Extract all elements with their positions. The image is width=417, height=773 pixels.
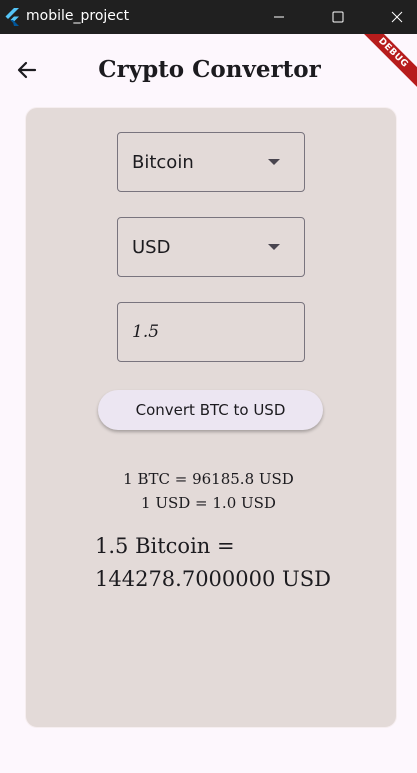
flutter-logo-icon: [5, 8, 19, 26]
window-titlebar: mobile_project: [0, 0, 417, 34]
minimize-button[interactable]: [256, 0, 302, 34]
minimize-icon: [274, 16, 284, 18]
conversion-result: 1.5 Bitcoin = 144278.7000000 USD: [95, 534, 331, 591]
close-button[interactable]: [374, 0, 417, 34]
dropdown-arrow-icon: [268, 159, 280, 165]
amount-input[interactable]: [119, 304, 303, 360]
currency-select[interactable]: USD: [117, 217, 305, 277]
currency-rate-text: 1 USD = 1.0 USD: [141, 494, 276, 512]
maximize-button[interactable]: [315, 0, 361, 34]
dropdown-arrow-icon: [268, 244, 280, 250]
maximize-icon: [332, 11, 344, 23]
convert-button[interactable]: Convert BTC to USD: [98, 390, 323, 430]
crypto-select[interactable]: Bitcoin: [117, 132, 305, 192]
crypto-select-value: Bitcoin: [132, 152, 194, 173]
crypto-rate-text: 1 BTC = 96185.8 USD: [123, 470, 294, 488]
close-icon: [391, 11, 403, 23]
page-title: Crypto Convertor: [98, 56, 321, 83]
currency-select-value: USD: [132, 237, 171, 258]
window-title: mobile_project: [26, 8, 130, 24]
amount-field: [117, 302, 305, 362]
